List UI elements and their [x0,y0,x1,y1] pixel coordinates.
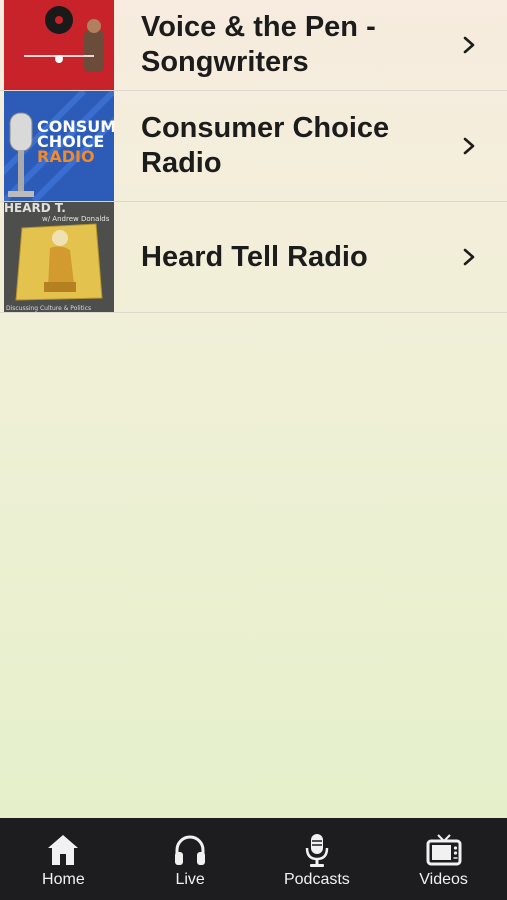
chevron-right-icon [463,137,475,155]
svg-text:RADIO: RADIO [37,147,95,166]
svg-text:HEARD T.: HEARD T. [4,202,66,215]
podcast-title: Heard Tell Radio [141,240,368,273]
svg-text:w/ Andrew Donalds: w/ Andrew Donalds [42,215,110,223]
headphones-icon [175,835,206,865]
podcast-thumbnail [4,0,114,90]
chevron-right-icon [463,36,475,54]
tab-label: Podcasts [283,871,350,888]
tab-videos[interactable]: Videos [380,818,507,900]
list-item[interactable]: CONSUME CHOICE RADIO Consumer Choice Rad… [0,91,507,202]
tv-icon [426,834,462,866]
home-icon [48,835,79,865]
tab-label: Videos [419,871,468,888]
list-item[interactable]: Voice & the Pen - Songwriters [0,0,507,91]
podcast-title: Consumer Choice Radio [141,112,390,179]
tab-live[interactable]: Live [127,818,254,900]
tab-bar: Home Live Podcasts Videos [0,818,507,900]
chevron-right-icon [463,248,475,266]
tab-home[interactable]: Home [0,818,127,900]
tab-podcasts[interactable]: Podcasts [254,818,381,900]
podcast-list: Voice & the Pen - Songwriters CONSUME CH… [0,0,507,313]
svg-text:Discussing Culture & Politics: Discussing Culture & Politics [6,305,91,312]
list-item[interactable]: HEARD T. w/ Andrew Donalds Discussing Cu… [0,202,507,313]
podcast-thumbnail: CONSUME CHOICE RADIO [4,91,114,201]
microphone-icon [305,834,329,867]
tab-label: Live [175,871,205,888]
podcast-thumbnail: HEARD T. w/ Andrew Donalds Discussing Cu… [4,202,114,312]
tab-label: Home [42,871,85,888]
podcast-title: Voice & the Pen - Songwriters [141,11,376,78]
